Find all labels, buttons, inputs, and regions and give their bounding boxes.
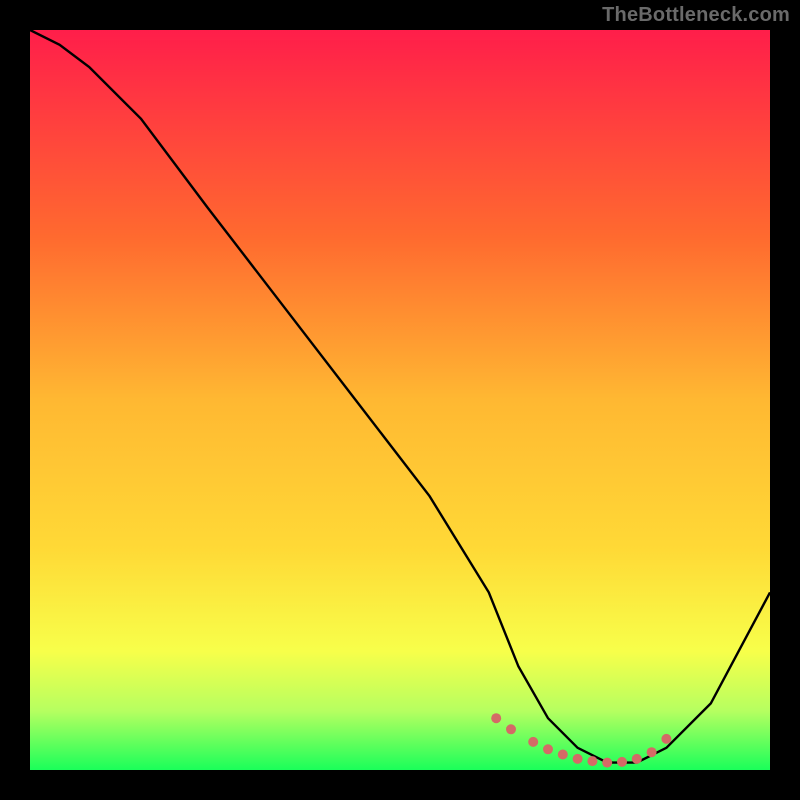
watermark-text: TheBottleneck.com [602, 4, 790, 27]
sweet-spot-dot [587, 756, 597, 766]
sweet-spot-dot [661, 734, 671, 744]
sweet-spot-dot [528, 737, 538, 747]
sweet-spot-dot [632, 754, 642, 764]
sweet-spot-dot [602, 758, 612, 768]
sweet-spot-dot [617, 757, 627, 767]
chart-frame: TheBottleneck.com [0, 0, 800, 800]
sweet-spot-dot [491, 713, 501, 723]
chart-svg [30, 30, 770, 770]
sweet-spot-dot [558, 750, 568, 760]
sweet-spot-dot [543, 744, 553, 754]
sweet-spot-dot [647, 747, 657, 757]
plot-area [30, 30, 770, 770]
sweet-spot-dot [506, 724, 516, 734]
gradient-background [30, 30, 770, 770]
sweet-spot-dot [573, 754, 583, 764]
